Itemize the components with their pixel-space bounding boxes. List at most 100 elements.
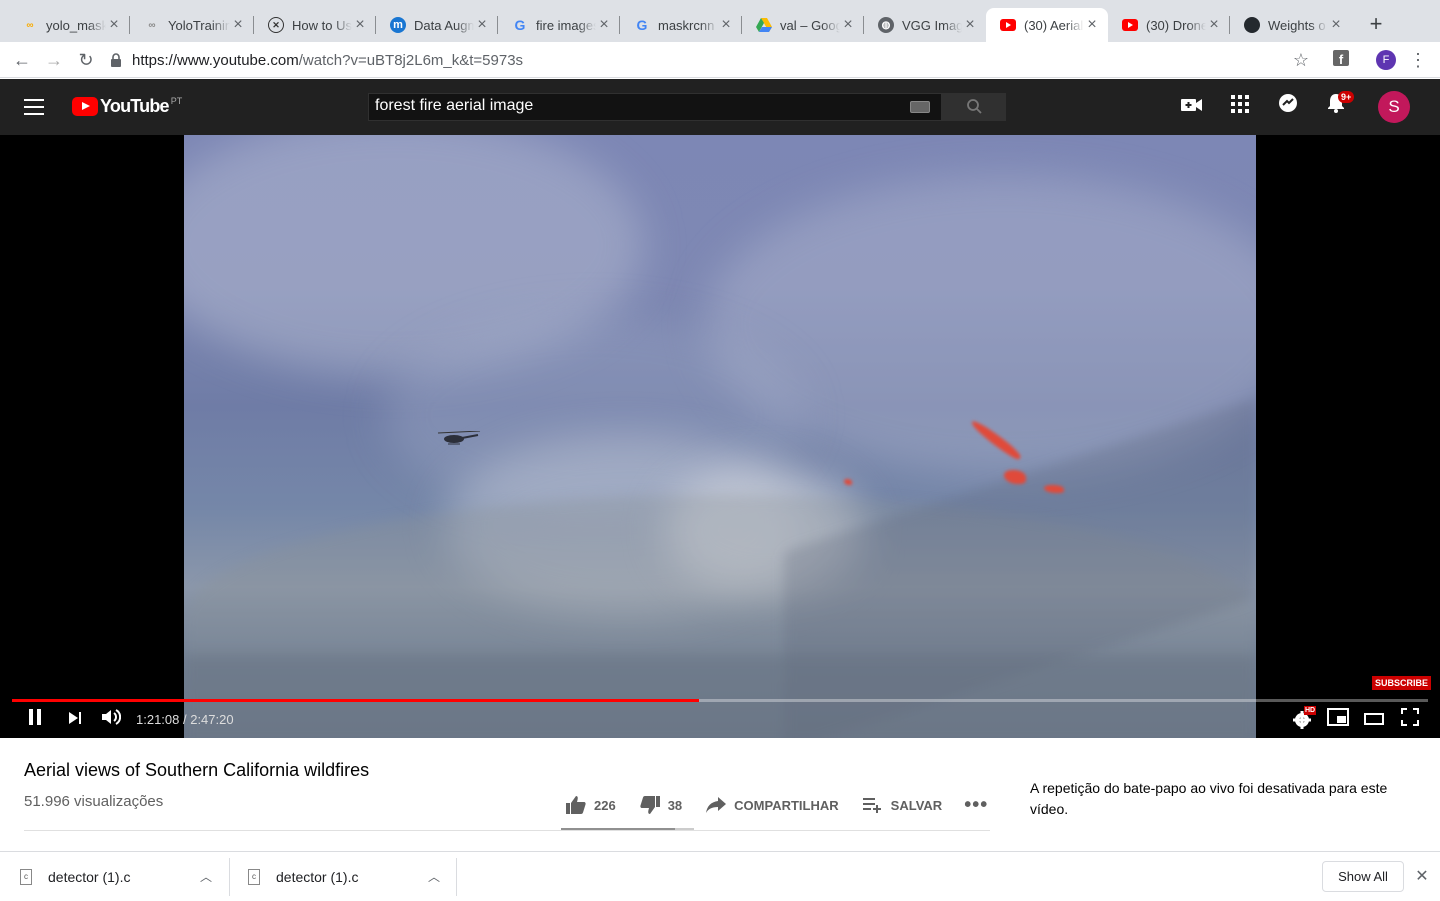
volume-button[interactable]: [100, 708, 122, 732]
next-button[interactable]: [64, 708, 86, 732]
c-file-icon: c: [248, 868, 260, 885]
search-input[interactable]: forest fire aerial image: [368, 93, 942, 121]
youtube-logo[interactable]: YouTube PT: [72, 96, 182, 117]
tab-title: maskrcnn: [658, 17, 715, 33]
close-icon[interactable]: ×: [718, 16, 734, 34]
miniplayer-button[interactable]: [1327, 708, 1349, 732]
globe-icon: ◍: [878, 17, 894, 33]
close-icon[interactable]: ×: [230, 16, 246, 34]
close-icon[interactable]: ×: [352, 16, 368, 34]
show-all-downloads-button[interactable]: Show All: [1322, 861, 1404, 892]
download-item[interactable]: c detector (1).c ︿: [20, 852, 220, 901]
profile-avatar[interactable]: F: [1374, 48, 1398, 72]
close-icon[interactable]: ×: [962, 16, 978, 34]
browser-tab[interactable]: G maskrcnn ×: [620, 8, 742, 42]
close-icon[interactable]: ×: [1206, 16, 1222, 34]
close-icon[interactable]: ×: [474, 16, 490, 34]
colab-icon: ∞: [26, 19, 34, 31]
create-video-icon[interactable]: [1178, 93, 1206, 121]
tab-title: Data Augm: [414, 17, 474, 33]
miniplayer-icon: [1327, 708, 1349, 726]
close-icon[interactable]: ×: [840, 16, 856, 34]
close-icon[interactable]: ×: [596, 16, 612, 34]
chat-replay-disabled-message: A repetição do bate-papo ao vivo foi des…: [1030, 780, 1388, 817]
pause-button[interactable]: [24, 708, 46, 732]
download-item[interactable]: c detector (1).c ︿: [248, 852, 448, 901]
fullscreen-icon: [1401, 708, 1419, 726]
avatar[interactable]: S: [1378, 91, 1410, 123]
reload-icon[interactable]: ↻: [74, 48, 98, 72]
search-button[interactable]: [942, 93, 1006, 121]
dislike-button[interactable]: 38: [640, 795, 682, 815]
browser-tab[interactable]: Weights o ×: [1230, 8, 1352, 42]
facebook-extension-icon[interactable]: f: [1329, 48, 1353, 72]
browser-tab[interactable]: G fire images ×: [498, 8, 620, 42]
settings-button[interactable]: HD: [1292, 706, 1317, 732]
helicopter-silhouette: [434, 430, 482, 447]
star-icon[interactable]: ☆: [1289, 48, 1313, 72]
tab-title: (30) Aerial: [1024, 17, 1084, 33]
browser-tab-active[interactable]: (30) Aerial ×: [986, 8, 1108, 42]
browser-tab[interactable]: ✕ How to Use ×: [254, 8, 376, 42]
more-actions-button[interactable]: •••: [964, 794, 994, 816]
subscribe-watermark[interactable]: SUBSCRIBE: [1372, 676, 1432, 690]
google-icon: G: [514, 17, 526, 33]
tab-title: VGG Imag: [902, 17, 962, 33]
skip-next-icon: [69, 712, 81, 724]
hamburger-menu-icon[interactable]: [24, 99, 44, 115]
video-frame[interactable]: [184, 135, 1256, 738]
browser-tab[interactable]: ∞ YoloTraining ×: [130, 8, 254, 42]
save-label: SALVAR: [890, 797, 943, 813]
share-arrow-icon: [706, 795, 727, 815]
youtube-header: YouTube PT forest fire aerial image 9+ S: [0, 79, 1440, 135]
close-icon[interactable]: ×: [1328, 16, 1344, 34]
browser-toolbar: ← → ↻ https://www.youtube.com/watch?v=uB…: [0, 42, 1440, 78]
country-code: PT: [170, 95, 183, 106]
thumbs-down-icon: [640, 795, 660, 815]
browser-tab[interactable]: ∞ yolo_mask ×: [8, 8, 130, 42]
url-host: https://www.youtube.com: [132, 51, 299, 69]
browser-tab[interactable]: val – Goog ×: [742, 8, 864, 42]
browser-tab[interactable]: m Data Augm ×: [376, 8, 498, 42]
chevron-up-icon[interactable]: ︿: [428, 868, 440, 885]
download-filename: detector (1).c: [276, 868, 359, 885]
search-icon: [967, 99, 982, 114]
kebab-menu-icon[interactable]: ⋮: [1406, 48, 1430, 72]
theater-mode-button[interactable]: [1363, 708, 1385, 732]
back-arrow-icon[interactable]: ←: [10, 48, 34, 72]
video-actions: 226 38 COMPARTILHAR SALVAR •••: [566, 794, 994, 816]
forward-arrow-icon[interactable]: →: [42, 48, 66, 72]
address-bar[interactable]: https://www.youtube.com/watch?v=uBT8j2L6…: [110, 45, 1320, 75]
tab-title: (30) Drone: [1146, 17, 1206, 33]
time-display: 1:21:08 / 2:47:20: [136, 712, 234, 727]
progress-bar-played: [12, 699, 699, 702]
close-icon[interactable]: ✕: [1412, 866, 1432, 886]
keyboard-icon[interactable]: [910, 101, 930, 113]
view-count: 51.996 visualizações: [24, 793, 164, 810]
x-circle-icon: ✕: [268, 17, 284, 33]
duration: 2:47:20: [190, 712, 234, 727]
chevron-up-icon[interactable]: ︿: [200, 868, 212, 885]
tab-title: YoloTraining: [168, 17, 230, 33]
like-button[interactable]: 226: [566, 795, 616, 815]
browser-tab-strip: ∞ yolo_mask × ∞ YoloTraining × ✕ How to …: [0, 0, 1440, 42]
hd-badge: HD: [1304, 706, 1317, 715]
tab-title: fire images: [536, 17, 596, 33]
download-shelf: c detector (1).c ︿ c detector (1).c ︿ Sh…: [0, 851, 1440, 900]
apps-grid-icon[interactable]: [1226, 93, 1254, 121]
share-button[interactable]: COMPARTILHAR: [706, 795, 839, 815]
youtube-play-icon: [72, 97, 98, 116]
fullscreen-button[interactable]: [1399, 708, 1421, 732]
browser-tab[interactable]: (30) Drone ×: [1108, 8, 1230, 42]
browser-tab[interactable]: ◍ VGG Imag ×: [864, 8, 986, 42]
close-icon[interactable]: ×: [106, 16, 122, 34]
tab-title: Weights o: [1268, 17, 1326, 33]
new-tab-button[interactable]: +: [1364, 12, 1388, 36]
share-label: COMPARTILHAR: [734, 797, 839, 813]
save-button[interactable]: SALVAR: [862, 795, 943, 815]
video-player[interactable]: SUBSCRIBE 1:21:08 / 2:47:20 HD: [0, 135, 1440, 738]
close-icon[interactable]: ×: [1084, 16, 1100, 34]
messages-icon[interactable]: [1274, 93, 1302, 121]
pause-icon: [29, 709, 41, 725]
notification-badge: 9+: [1338, 91, 1355, 103]
